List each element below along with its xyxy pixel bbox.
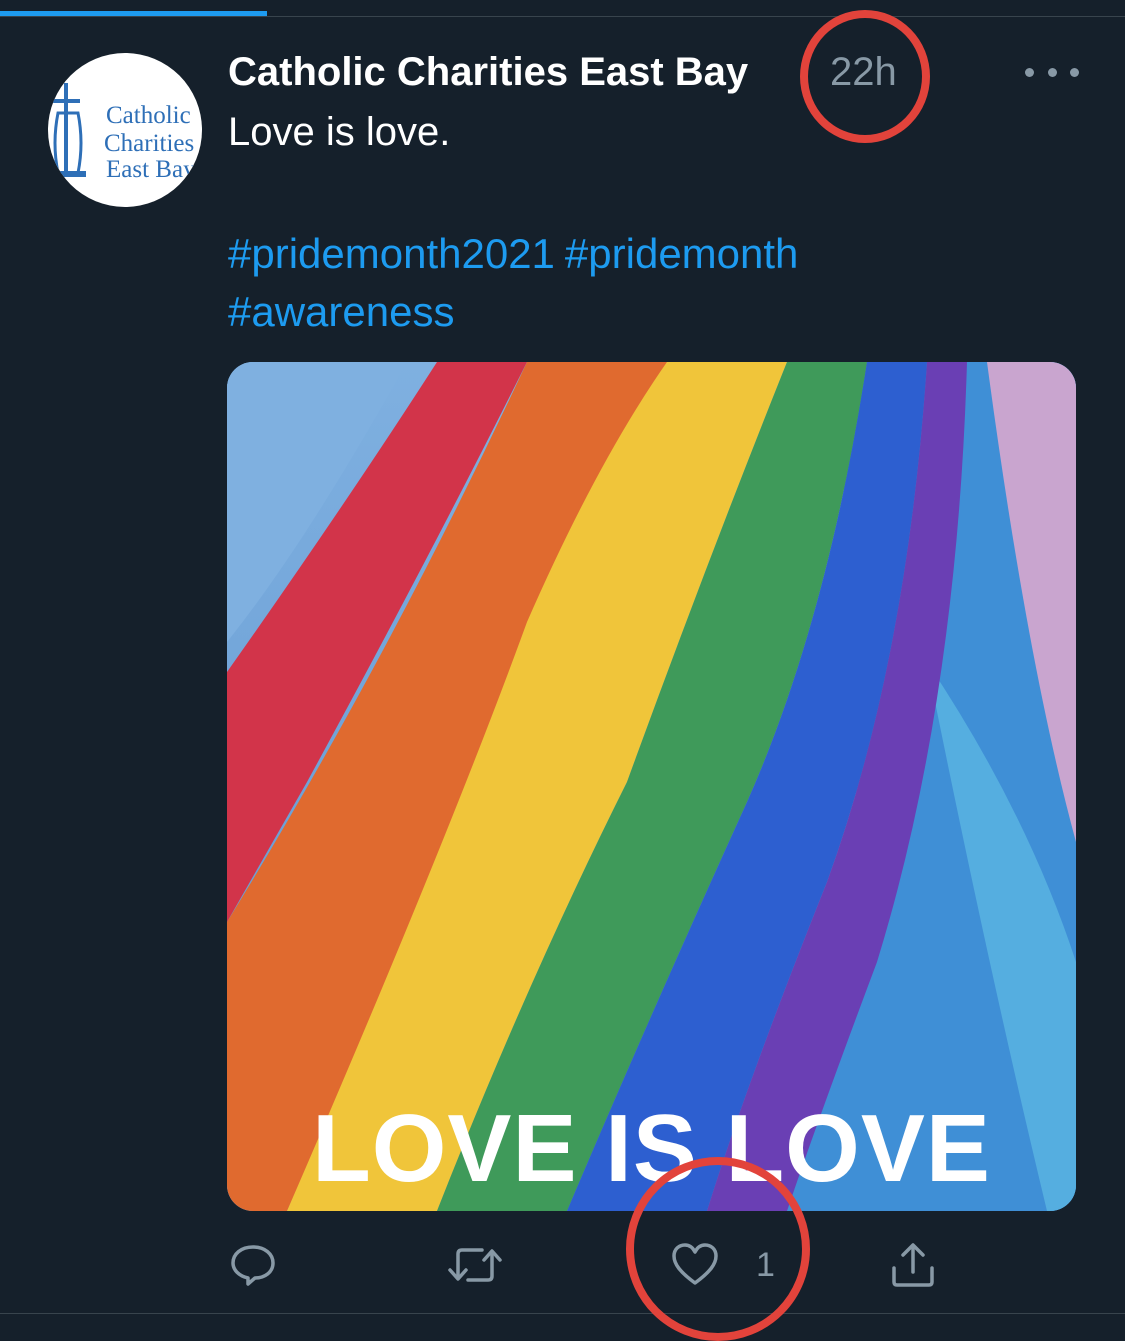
more-options-button[interactable] (1025, 55, 1079, 89)
tweet-media-image[interactable]: LOVE IS LOVE (227, 362, 1076, 1211)
reply-button[interactable] (228, 1235, 278, 1295)
retweet-button[interactable] (446, 1235, 504, 1295)
hashtag-link[interactable]: #pridemonth2021 (228, 230, 555, 277)
dot-icon (1070, 67, 1079, 77)
hashtag-list: #pridemonth2021 #pridemonth #awareness (228, 225, 988, 341)
tweet-text: Love is love. (228, 110, 451, 154)
reply-icon (231, 1245, 275, 1286)
share-icon (892, 1243, 934, 1287)
hashtag-link[interactable]: #awareness (228, 288, 454, 335)
svg-text:Catholic: Catholic (106, 102, 191, 129)
annotation-circle-timestamp (800, 10, 930, 143)
tweet-action-bar: 1 (228, 1235, 988, 1295)
author-display-name[interactable]: Catholic Charities East Bay (228, 50, 748, 95)
dot-icon (1047, 67, 1057, 77)
share-button[interactable] (888, 1235, 938, 1295)
dot-icon (1025, 67, 1034, 77)
top-divider (0, 16, 1125, 17)
svg-text:East Bay: East Bay (106, 156, 196, 183)
catholic-charities-logo: Catholic Charities East Bay (52, 83, 196, 183)
rainbow-flag-image (227, 362, 1076, 1211)
hashtag-link[interactable]: #pridemonth (565, 230, 798, 277)
bottom-divider (0, 1313, 1125, 1314)
svg-text:Charities: Charities (104, 130, 194, 157)
avatar[interactable]: Catholic Charities East Bay (48, 53, 202, 207)
annotation-circle-like (626, 1157, 810, 1341)
retweet-icon (448, 1248, 502, 1282)
